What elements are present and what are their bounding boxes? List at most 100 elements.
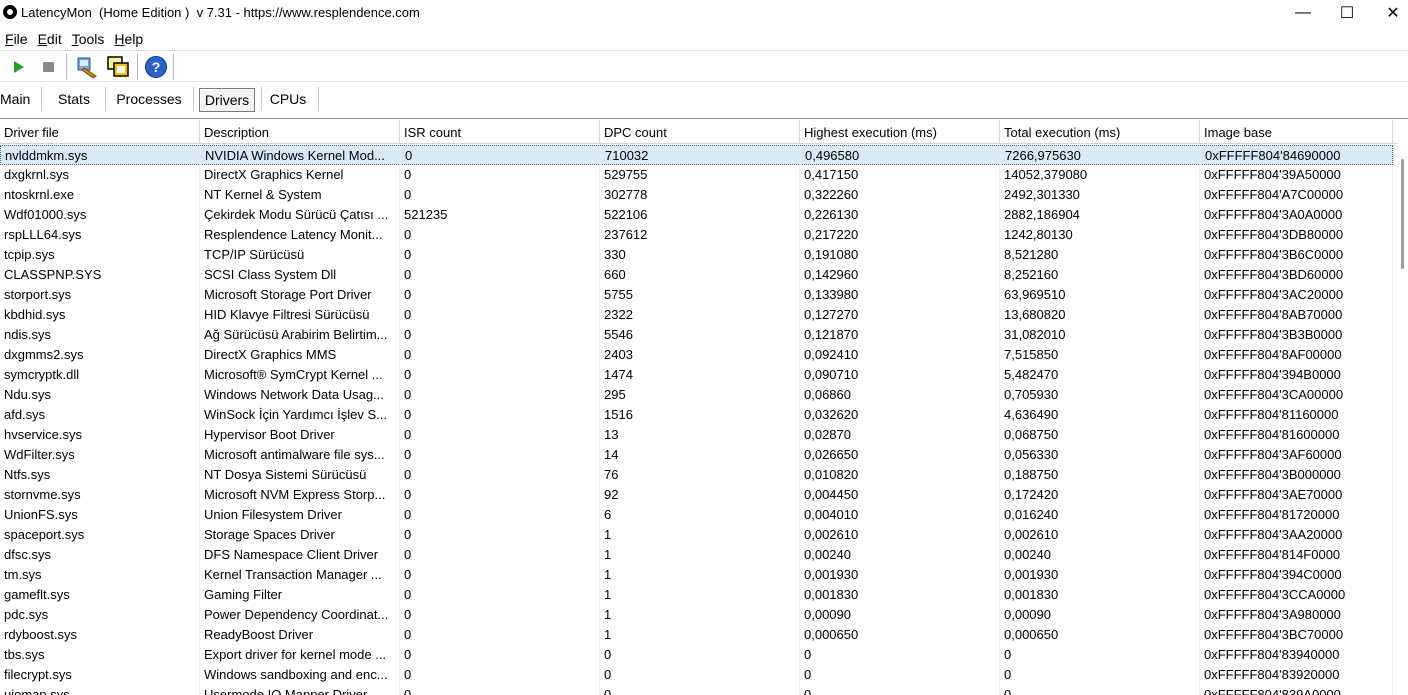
svg-text:?: ? <box>152 59 161 75</box>
table-row[interactable]: storport.sys Microsoft Storage Port Drive… <box>0 285 1393 305</box>
table-row[interactable]: nvlddmkm.sys NVIDIA Windows Kernel Mod...… <box>0 145 1394 166</box>
table-row[interactable]: spaceport.sys Storage Spaces Driver 0 1 0,00… <box>0 525 1393 545</box>
cell-image-base: 0xFFFFF804'3AE70000 <box>1200 485 1393 505</box>
table-row[interactable]: kbdhid.sys HID Klavye Filtresi Sürücüsü 0 2… <box>0 305 1393 325</box>
menu-edit[interactable]: Edit <box>33 27 67 49</box>
column-header-highest-execution[interactable]: Highest execution (ms) <box>800 120 1000 144</box>
minimize-button[interactable]: — <box>1280 0 1326 25</box>
table-row[interactable]: dfsc.sys DFS Namespace Client Driver 0 1 0,0… <box>0 545 1393 565</box>
table-row[interactable]: filecrypt.sys Windows sandboxing and enc.… <box>0 665 1393 685</box>
cell-driver-file: pdc.sys <box>0 605 200 625</box>
column-header-driver-file[interactable]: Driver file <box>0 120 200 144</box>
cell-isr-count: 0 <box>400 505 600 525</box>
stop-icon[interactable] <box>37 55 61 79</box>
table-row[interactable]: dxgmms2.sys DirectX Graphics MMS 0 2403 0,09… <box>0 345 1393 365</box>
cell-isr-count: 0 <box>400 585 600 605</box>
vertical-scrollbar[interactable] <box>1398 143 1408 695</box>
table-row[interactable]: pdc.sys Power Dependency Coordinat... 0 1 0,… <box>0 605 1393 625</box>
menu-tools[interactable]: Tools <box>67 27 110 49</box>
table-row[interactable]: hvservice.sys Hypervisor Boot Driver 0 13 0,… <box>0 425 1393 445</box>
cell-isr-count: 0 <box>400 425 600 445</box>
cell-image-base: 0xFFFFF804'3BD60000 <box>1200 265 1393 285</box>
cell-dpc-count: 92 <box>600 485 800 505</box>
scrollbar-thumb[interactable] <box>1401 159 1404 269</box>
cell-image-base: 0xFFFFF804'3A980000 <box>1200 605 1393 625</box>
cell-description: Ağ Sürücüsü Arabirim Belirtim... <box>200 325 400 345</box>
table-row[interactable]: tbs.sys Export driver for kernel mode ...… <box>0 645 1393 665</box>
tab-separator <box>193 87 194 111</box>
column-header-isr-count[interactable]: ISR count <box>400 120 600 144</box>
windows-icon[interactable] <box>106 55 130 79</box>
cell-dpc-count: 330 <box>600 245 800 265</box>
table-row[interactable]: CLASSPNP.SYS SCSI Class System Dll 0 660 0,1… <box>0 265 1393 285</box>
column-header-dpc-count[interactable]: DPC count <box>600 120 800 144</box>
table-row[interactable]: rspLLL64.sys Resplendence Latency Monit..… <box>0 225 1393 245</box>
help-icon[interactable]: ? <box>144 55 168 79</box>
cell-dpc-count: 522106 <box>600 205 800 225</box>
table-row[interactable]: ntoskrnl.exe NT Kernel & System 0 302778 0,3… <box>0 185 1393 205</box>
cell-description: HID Klavye Filtresi Sürücüsü <box>200 305 400 325</box>
cell-dpc-count: 76 <box>600 465 800 485</box>
cell-driver-file: Ndu.sys <box>0 385 200 405</box>
cell-description: Power Dependency Coordinat... <box>200 605 400 625</box>
cell-image-base: 0xFFFFF804'3B3B0000 <box>1200 325 1393 345</box>
column-header-description[interactable]: Description <box>200 120 400 144</box>
cell-isr-count: 0 <box>400 605 600 625</box>
cell-highest-execution: 0,010820 <box>800 465 1000 485</box>
table-row[interactable]: tm.sys Kernel Transaction Manager ... 0 1 0,… <box>0 565 1393 585</box>
cell-description: DFS Namespace Client Driver <box>200 545 400 565</box>
table-row[interactable]: dxgkrnl.sys DirectX Graphics Kernel 0 52975… <box>0 165 1393 185</box>
cell-dpc-count: 5755 <box>600 285 800 305</box>
cell-driver-file: dfsc.sys <box>0 545 200 565</box>
maximize-button[interactable]: ☐ <box>1324 0 1370 25</box>
table-row[interactable]: stornvme.sys Microsoft NVM Express Storp.… <box>0 485 1393 505</box>
cell-dpc-count: 6 <box>600 505 800 525</box>
cell-driver-file: stornvme.sys <box>0 485 200 505</box>
table-row[interactable]: Wdf01000.sys Çekirdek Modu Sürücü Çatısı … <box>0 205 1393 225</box>
table-row[interactable]: symcryptk.dll Microsoft® SymCrypt Kernel … <box>0 365 1393 385</box>
cell-highest-execution: 0,02870 <box>800 425 1000 445</box>
tab-drivers[interactable]: Drivers <box>199 88 255 112</box>
cell-total-execution: 0,068750 <box>1000 425 1200 445</box>
table-row[interactable]: gameflt.sys Gaming Filter 0 1 0,001830 0,0018… <box>0 585 1393 605</box>
driver-tool-icon[interactable] <box>74 55 98 79</box>
table-row[interactable]: uiomap.sys Usermode IO Mapper Driver 0 0 0 0 0… <box>0 685 1393 695</box>
cell-image-base: 0xFFFFF804'81720000 <box>1200 505 1393 525</box>
cell-highest-execution: 0,092410 <box>800 345 1000 365</box>
menu-help[interactable]: Help <box>109 27 148 49</box>
column-header-total-execution[interactable]: Total execution (ms) <box>1000 120 1200 144</box>
cell-total-execution: 8,252160 <box>1000 265 1200 285</box>
column-header-image-base[interactable]: Image base <box>1200 120 1393 144</box>
cell-isr-count: 0 <box>400 345 600 365</box>
table-row[interactable]: UnionFS.sys Union Filesystem Driver 0 6 0,00… <box>0 505 1393 525</box>
cell-image-base: 0xFFFFF804'394C0000 <box>1200 565 1393 585</box>
cell-highest-execution: 0,004010 <box>800 505 1000 525</box>
menu-file[interactable]: File <box>0 27 33 49</box>
table-row[interactable]: tcpip.sys TCP/IP Sürücüsü 0 330 0,191080 8,52… <box>0 245 1393 265</box>
cell-dpc-count: 1 <box>600 585 800 605</box>
cell-image-base: 0xFFFFF804'3CCA0000 <box>1200 585 1393 605</box>
table-row[interactable]: ndis.sys Ağ Sürücüsü Arabirim Belirtim...… <box>0 325 1393 345</box>
table-row[interactable]: Ndu.sys Windows Network Data Usag... 0 295 0… <box>0 385 1393 405</box>
cell-isr-count: 0 <box>400 325 600 345</box>
cell-driver-file: tm.sys <box>0 565 200 585</box>
cell-driver-file: Wdf01000.sys <box>0 205 200 225</box>
tab-stats[interactable]: Stats <box>50 88 98 112</box>
cell-highest-execution: 0,127270 <box>800 305 1000 325</box>
table-row[interactable]: afd.sys WinSock İçin Yardımcı İşlev S... 0… <box>0 405 1393 425</box>
window-title: LatencyMon (Home Edition ) v 7.31 - http… <box>21 5 420 20</box>
table-row[interactable]: WdFilter.sys Microsoft antimalware file s… <box>0 445 1393 465</box>
cell-driver-file: dxgkrnl.sys <box>0 165 200 185</box>
tab-main[interactable]: Main <box>0 88 32 112</box>
table-row[interactable]: Ntfs.sys NT Dosya Sistemi Sürücüsü 0 76 0,01… <box>0 465 1393 485</box>
cell-isr-count: 0 <box>400 565 600 585</box>
tab-processes[interactable]: Processes <box>112 88 186 112</box>
cell-description: ReadyBoost Driver <box>200 625 400 645</box>
play-icon[interactable] <box>6 55 30 79</box>
tab-cpus[interactable]: CPUs <box>266 88 310 112</box>
cell-total-execution: 0,705930 <box>1000 385 1200 405</box>
cell-image-base: 0xFFFFF804'81600000 <box>1200 425 1393 445</box>
table-row[interactable]: rdyboost.sys ReadyBoost Driver 0 1 0,000650 0… <box>0 625 1393 645</box>
cell-isr-count: 0 <box>400 485 600 505</box>
close-button[interactable]: ✕ <box>1370 0 1408 25</box>
